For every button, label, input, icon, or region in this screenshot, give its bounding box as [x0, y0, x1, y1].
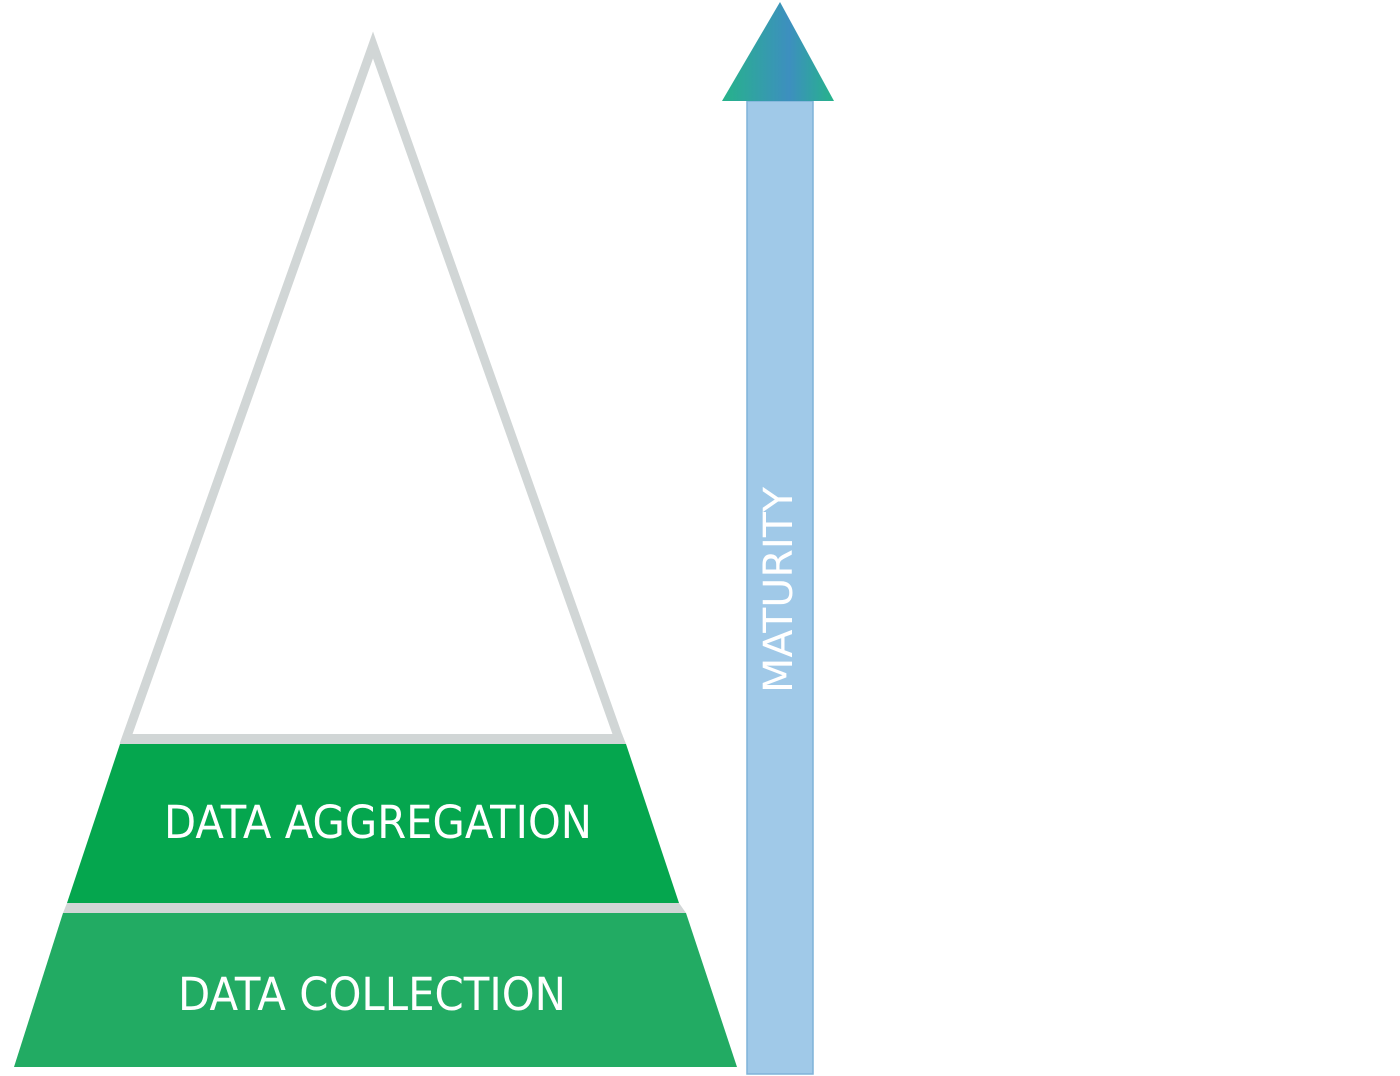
maturity-arrow-head	[722, 2, 834, 101]
maturity-arrow-label: MATURITY	[756, 486, 802, 693]
pyramid-separator-middle	[63, 903, 686, 913]
layer-label-aggregation: DATA AGGREGATION	[164, 796, 592, 849]
pyramid-upper-outline	[119, 31, 626, 744]
pyramid-maturity-diagram: DATA AGGREGATION DATA COLLECTION MATURIT…	[14, 2, 834, 1075]
pyramid-separator-top	[120, 734, 626, 744]
layer-label-collection: DATA COLLECTION	[178, 968, 566, 1021]
